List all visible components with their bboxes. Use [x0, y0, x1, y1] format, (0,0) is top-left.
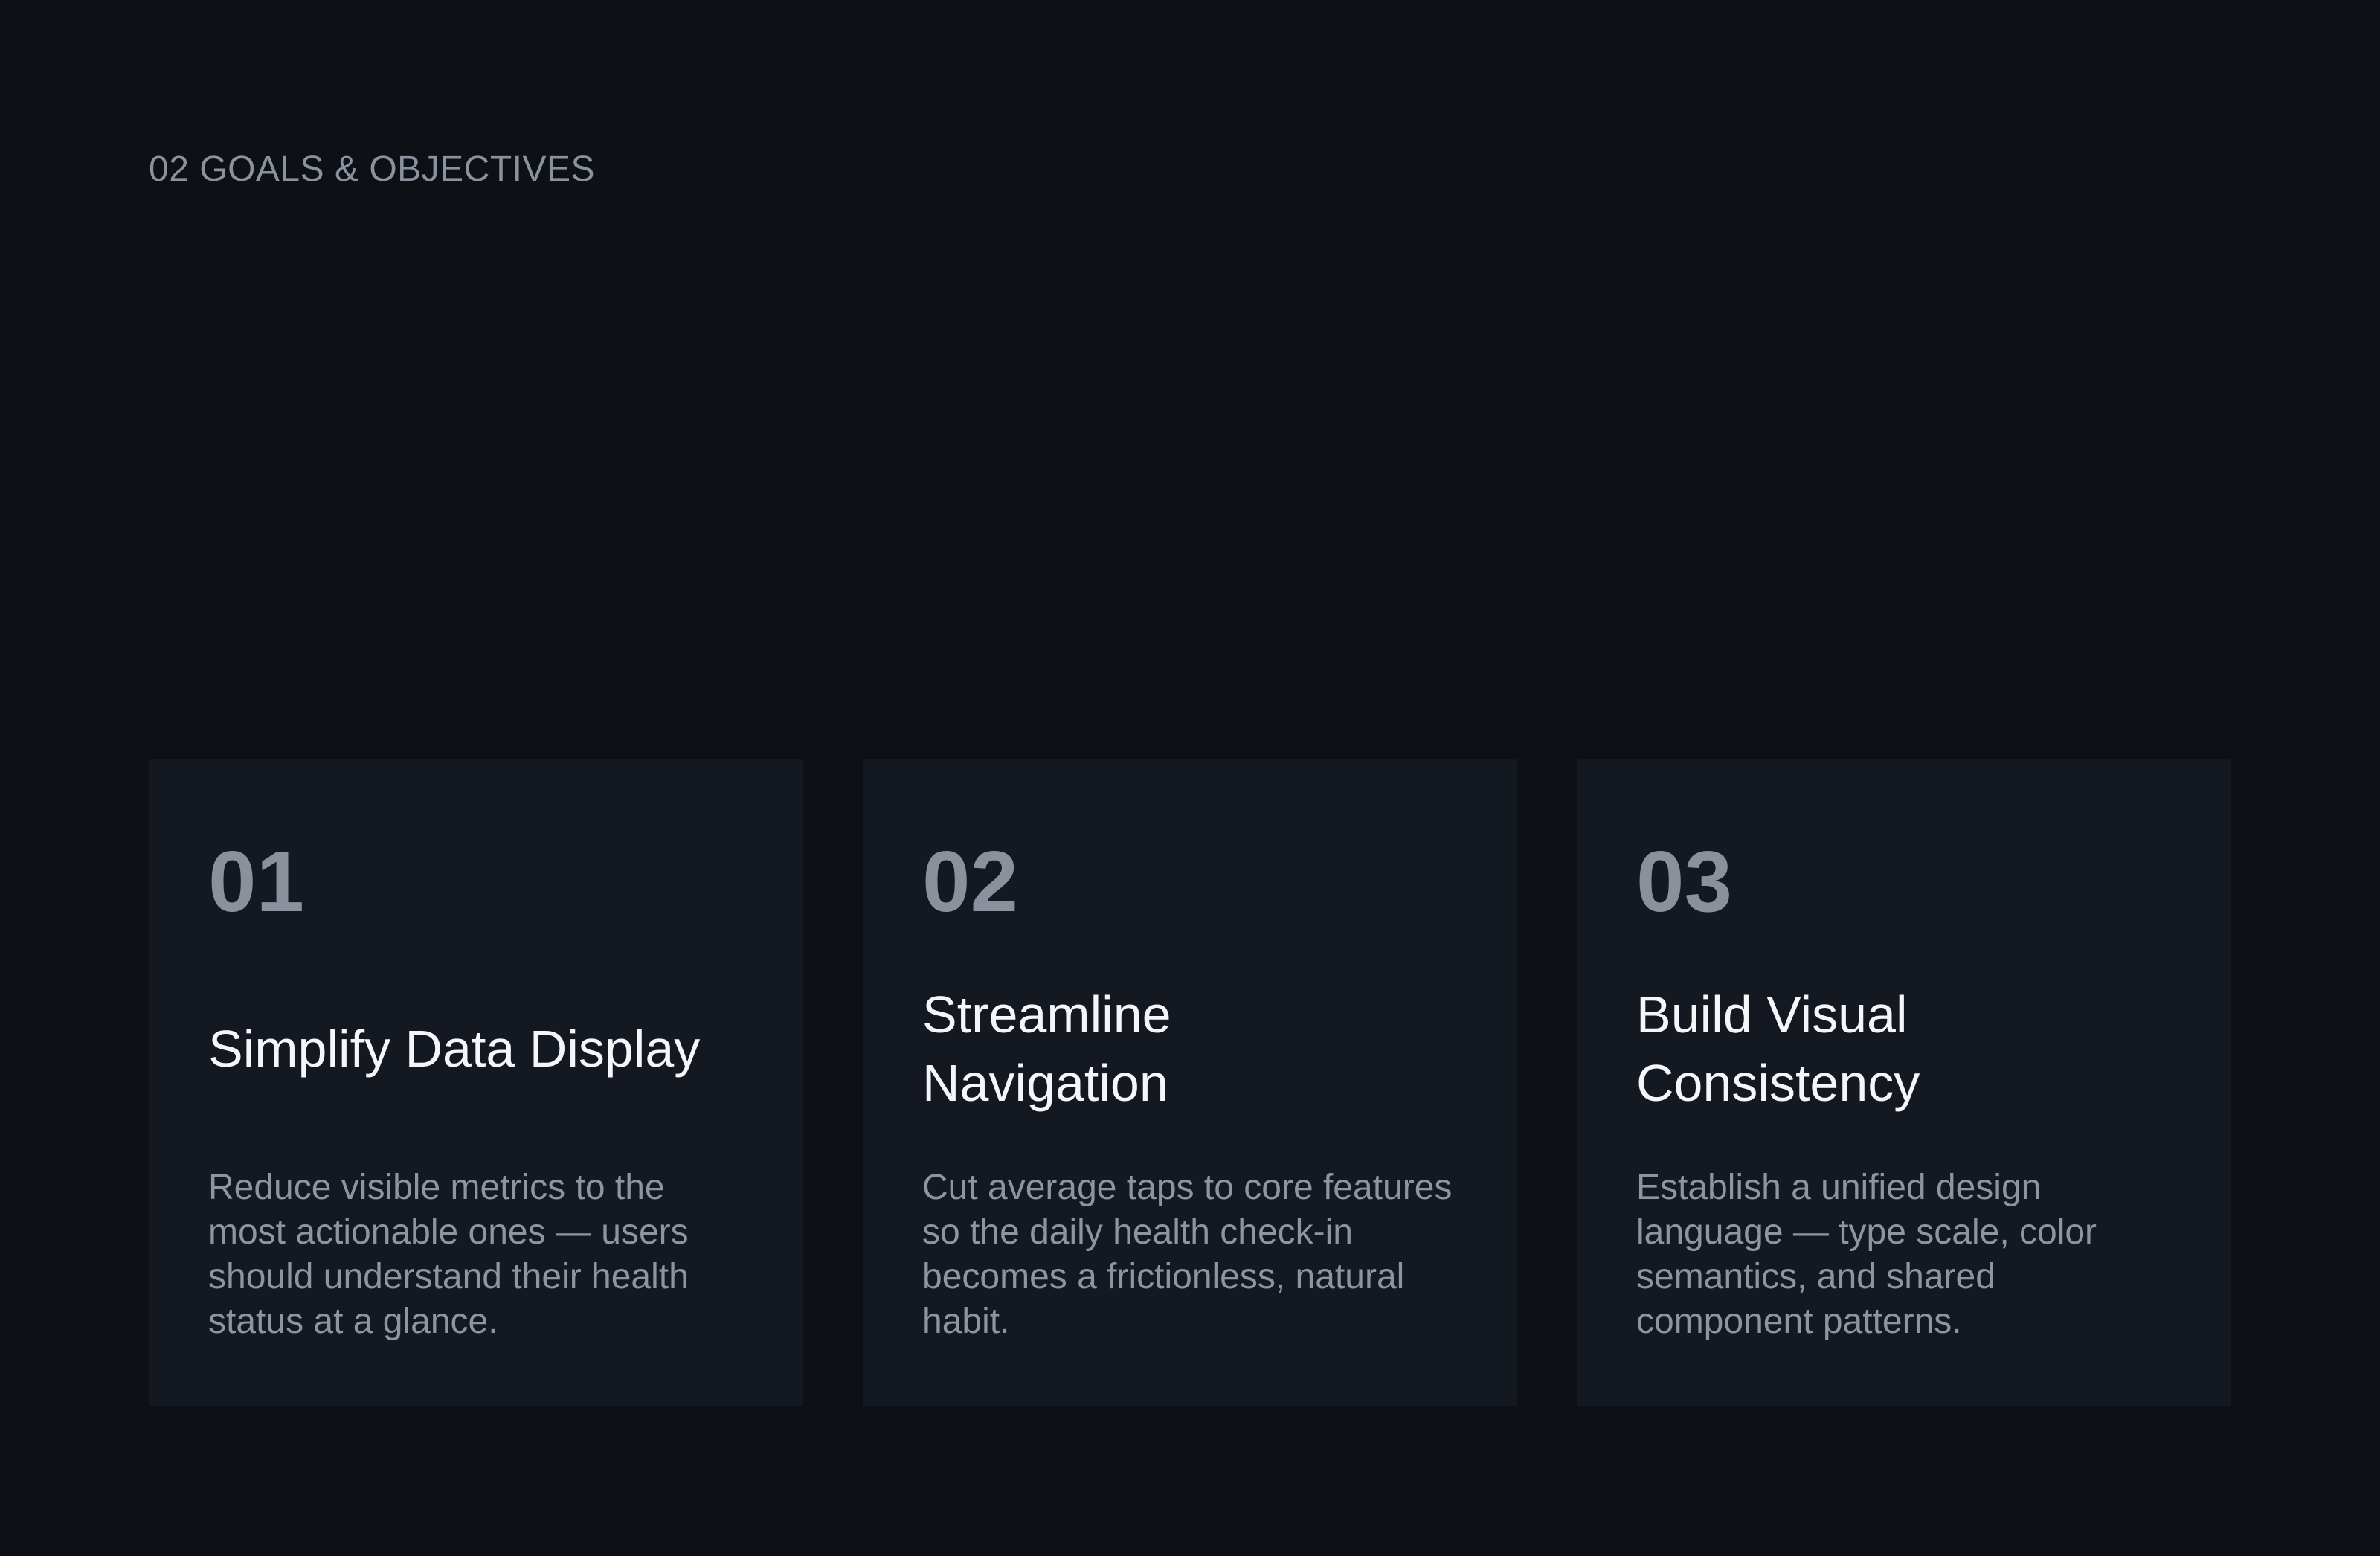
goal-number: 01: [208, 833, 305, 930]
goal-title: Streamline Navigation: [922, 986, 1171, 1112]
goal-number: 03: [1636, 833, 1733, 930]
goal-number: 02: [922, 833, 1019, 930]
goal-card-1: 01 Simplify Data Display Reduce visible …: [149, 759, 803, 1406]
goals-card-list: 01 Simplify Data Display Reduce visible …: [149, 759, 2231, 1406]
section-label: 02 GOALS & OBJECTIVES: [149, 150, 596, 189]
goal-title: Simplify Data Display: [208, 1020, 701, 1078]
goal-title: Build Visual Consistency: [1636, 986, 1920, 1112]
goal-card-3: 03 Build Visual Consistency Establish a …: [1577, 759, 2231, 1406]
goal-card-2: 02 Streamline Navigation Cut average tap…: [863, 759, 1517, 1406]
goal-description: Establish a unified design language — ty…: [1636, 1168, 2097, 1341]
goal-description: Reduce visible metrics to the most actio…: [208, 1168, 689, 1341]
goal-description: Cut average taps to core features so the…: [922, 1168, 1453, 1341]
